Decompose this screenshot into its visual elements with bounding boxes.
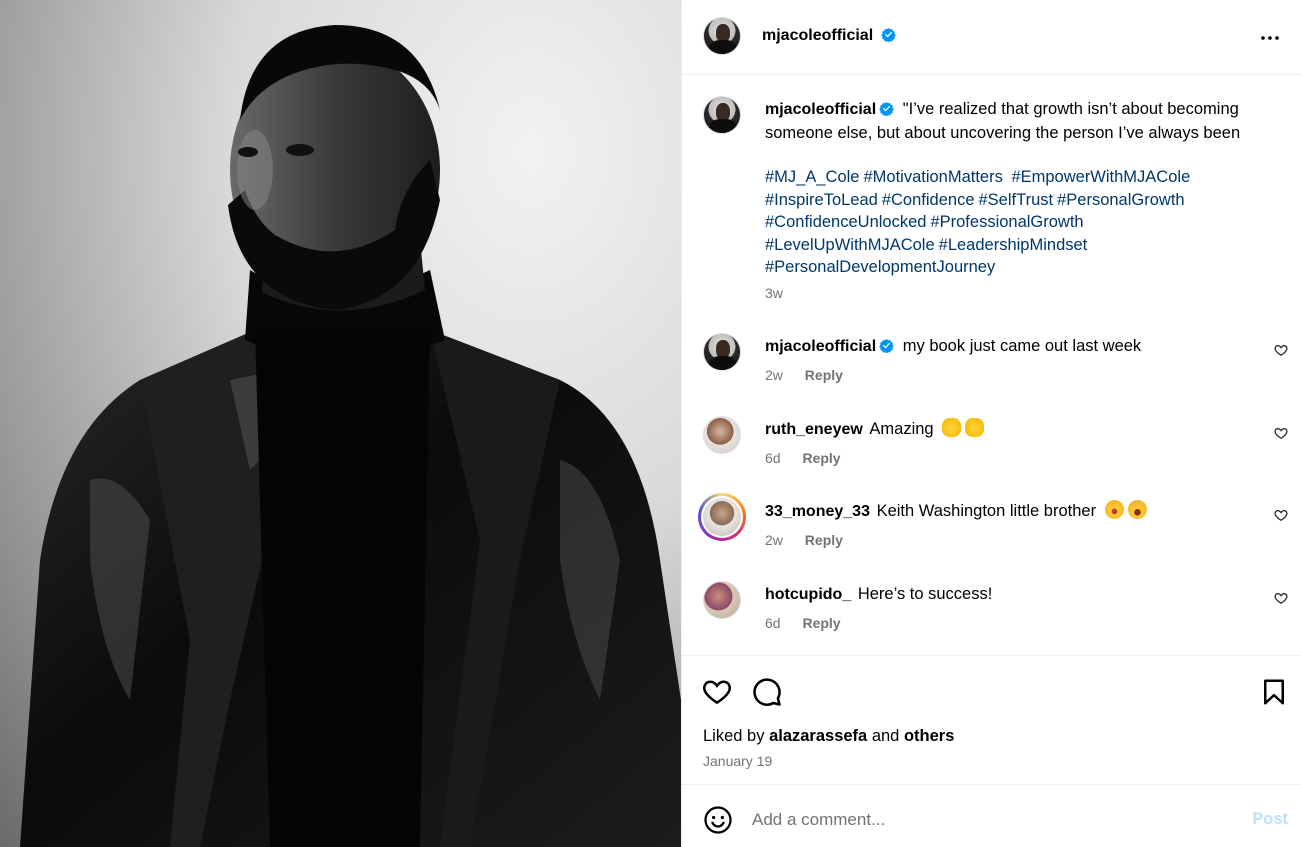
- add-comment-bar: Post: [682, 786, 1301, 847]
- caption-username[interactable]: mjacoleofficial: [765, 101, 876, 118]
- astonished-face-icon: [1104, 500, 1124, 519]
- caption-author-avatar[interactable]: [703, 96, 741, 134]
- reply-button[interactable]: Reply: [805, 367, 843, 383]
- commenter-username[interactable]: ruth_eneyew: [765, 421, 863, 438]
- like-comment-heart-icon[interactable]: [1274, 591, 1288, 605]
- hashtag-link[interactable]: #PersonalGrowth: [1057, 191, 1184, 209]
- commenter-avatar-story-ring[interactable]: [698, 493, 746, 541]
- comment-text: my book just came out last week: [902, 337, 1142, 355]
- comment-timestamp: 6d: [765, 615, 781, 631]
- post-actions: Liked by alazarassefa and others January…: [682, 657, 1301, 785]
- reply-button[interactable]: Reply: [802, 450, 840, 466]
- comment-text: Keith Washington little brother: [876, 502, 1097, 520]
- comment-item: 33_money_33 Keith Washington little brot…: [682, 493, 1301, 568]
- laughing-face-icon: [1127, 500, 1147, 519]
- comment-item: hotcupido_ Here’s to success! 6d Reply: [682, 581, 1301, 651]
- comment-text: Amazing: [869, 420, 934, 438]
- likes-prefix: Liked by: [703, 727, 765, 745]
- commenter-username[interactable]: hotcupido_: [765, 586, 851, 603]
- clapping-hands-icon: [965, 418, 985, 437]
- like-comment-heart-icon[interactable]: [1274, 508, 1288, 522]
- caption-timestamp: 3w: [765, 285, 783, 301]
- comment-item: ruth_eneyew Amazing 6d Reply: [682, 416, 1301, 486]
- verified-badge-icon: [879, 338, 894, 353]
- hashtag-link[interactable]: #InspireToLead: [765, 191, 878, 209]
- likes-and: and: [871, 727, 900, 745]
- post-date[interactable]: January 19: [703, 753, 772, 769]
- author-username[interactable]: mjacoleofficial: [762, 27, 873, 44]
- comment-text: Here’s to success!: [857, 585, 993, 603]
- verified-badge-icon: [880, 27, 896, 42]
- hashtag-link[interactable]: #MotivationMatters: [863, 168, 1002, 186]
- comment-input[interactable]: [752, 806, 1222, 834]
- like-comment-heart-icon[interactable]: [1274, 426, 1288, 440]
- clapping-hands-icon: [942, 418, 962, 437]
- comment-timestamp: 2w: [765, 367, 783, 383]
- hashtag-link[interactable]: #SelfTrust: [979, 191, 1054, 209]
- hashtag-link[interactable]: #ProfessionalGrowth: [930, 213, 1083, 231]
- like-heart-icon[interactable]: [702, 677, 732, 707]
- post-comment-button[interactable]: Post: [1252, 810, 1288, 829]
- reply-button[interactable]: Reply: [802, 615, 840, 631]
- comment-timestamp: 2w: [765, 532, 783, 548]
- comment-timestamp: 6d: [765, 450, 781, 466]
- likes-others-link[interactable]: others: [904, 727, 954, 745]
- commenter-username[interactable]: 33_money_33: [765, 503, 870, 520]
- comment-item: mjacoleofficial my book just came out la…: [682, 333, 1301, 403]
- commenter-avatar[interactable]: [703, 581, 741, 619]
- post-header: mjacoleofficial: [682, 0, 1301, 75]
- comment-bubble-icon[interactable]: [752, 677, 782, 707]
- author-avatar[interactable]: [703, 17, 741, 55]
- like-comment-heart-icon[interactable]: [1274, 343, 1288, 357]
- bookmark-icon[interactable]: [1259, 677, 1289, 707]
- hashtag-link[interactable]: #LeadershipMindset: [939, 236, 1088, 254]
- more-horizontal-icon[interactable]: [1258, 26, 1282, 50]
- post-photo[interactable]: [0, 0, 681, 847]
- post-details-panel: mjacoleofficial mjacoleofficial "I’ve re…: [681, 0, 1301, 847]
- hashtag-link[interactable]: #MJ_A_Cole: [765, 168, 859, 186]
- reply-button[interactable]: Reply: [805, 532, 843, 548]
- verified-badge-icon: [879, 101, 894, 116]
- comments-list[interactable]: mjacoleofficial "I’ve realized that grow…: [682, 76, 1301, 656]
- liker-username[interactable]: alazarassefa: [769, 727, 867, 745]
- portrait-image: [20, 25, 681, 847]
- hashtag-list: #MJ_A_Cole #MotivationMatters #EmpowerWit…: [765, 166, 1285, 279]
- commenter-username[interactable]: mjacoleofficial: [765, 338, 876, 355]
- hashtag-link[interactable]: #ConfidenceUnlocked: [765, 213, 926, 231]
- hashtag-link[interactable]: #Confidence: [882, 191, 975, 209]
- hashtag-link[interactable]: #PersonalDevelopmentJourney: [765, 258, 995, 276]
- emoji-picker-icon[interactable]: [703, 805, 733, 835]
- likes-summary: Liked by alazarassefa and others: [703, 727, 954, 746]
- hashtag-link[interactable]: #EmpowerWithMJACole: [1007, 168, 1190, 186]
- commenter-avatar[interactable]: [703, 333, 741, 371]
- commenter-avatar[interactable]: [703, 416, 741, 454]
- caption: mjacoleofficial "I’ve realized that grow…: [765, 98, 1285, 279]
- hashtag-link[interactable]: #LevelUpWithMJACole: [765, 236, 935, 254]
